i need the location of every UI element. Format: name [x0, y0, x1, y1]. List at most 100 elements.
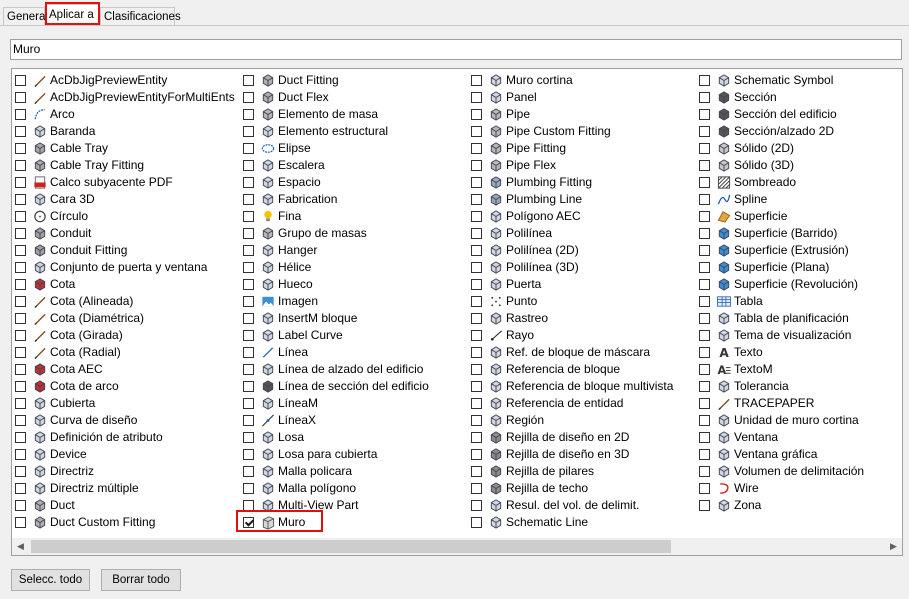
list-item[interactable]: Rejilla de diseño en 2D: [468, 429, 696, 446]
checkbox[interactable]: [471, 296, 482, 307]
list-item[interactable]: Polilínea (2D): [468, 242, 696, 259]
object-type-list[interactable]: AcDbJigPreviewEntity AcDbJigPreviewEntity…: [11, 68, 903, 556]
list-item[interactable]: Fabrication: [240, 191, 468, 208]
list-item[interactable]: Definición de atributo: [12, 429, 240, 446]
checkbox[interactable]: [699, 143, 710, 154]
checkbox[interactable]: [471, 517, 482, 528]
list-item[interactable]: Cable Tray: [12, 140, 240, 157]
list-item[interactable]: Tabla: [696, 293, 902, 310]
list-item[interactable]: Tabla de planificación: [696, 310, 902, 327]
scroll-right-icon[interactable]: ▶: [885, 538, 902, 555]
checkbox[interactable]: [15, 347, 26, 358]
list-item[interactable]: Rejilla de pilares: [468, 463, 696, 480]
checkbox[interactable]: [15, 517, 26, 528]
list-item[interactable]: Muro: [240, 514, 468, 531]
checkbox[interactable]: [243, 109, 254, 120]
list-item[interactable]: Directriz: [12, 463, 240, 480]
horizontal-scrollbar[interactable]: ◀ ▶: [12, 538, 902, 555]
list-item[interactable]: Baranda: [12, 123, 240, 140]
checkbox[interactable]: [243, 415, 254, 426]
checkbox[interactable]: [699, 228, 710, 239]
tab-aplicar-a[interactable]: Aplicar a: [45, 4, 100, 25]
checkbox[interactable]: [471, 92, 482, 103]
list-item[interactable]: Losa: [240, 429, 468, 446]
checkbox[interactable]: [15, 143, 26, 154]
list-item[interactable]: Rastreo: [468, 310, 696, 327]
list-item[interactable]: A TextoM: [696, 361, 902, 378]
list-item[interactable]: AcDbJigPreviewEntityForMultiEnts: [12, 89, 240, 106]
list-item[interactable]: Conduit Fitting: [12, 242, 240, 259]
checkbox[interactable]: [471, 500, 482, 511]
list-item[interactable]: Conjunto de puerta y ventana: [12, 259, 240, 276]
list-item[interactable]: Cubierta: [12, 395, 240, 412]
list-item[interactable]: Cota (Alineada): [12, 293, 240, 310]
list-item[interactable]: Wire: [696, 480, 902, 497]
list-item[interactable]: Plumbing Line: [468, 191, 696, 208]
checkbox[interactable]: [471, 245, 482, 256]
checkbox[interactable]: [243, 194, 254, 205]
checkbox[interactable]: [471, 228, 482, 239]
checkbox[interactable]: [471, 143, 482, 154]
list-item[interactable]: Pipe Fitting: [468, 140, 696, 157]
list-item[interactable]: Duct: [12, 497, 240, 514]
list-item[interactable]: Referencia de bloque: [468, 361, 696, 378]
list-item[interactable]: Device: [12, 446, 240, 463]
checkbox[interactable]: [243, 381, 254, 392]
list-item[interactable]: Cara 3D: [12, 191, 240, 208]
checkbox[interactable]: [243, 279, 254, 290]
checkbox[interactable]: [699, 364, 710, 375]
checkbox[interactable]: [699, 75, 710, 86]
list-item[interactable]: Cota: [12, 276, 240, 293]
checkbox[interactable]: [699, 347, 710, 358]
list-item[interactable]: Elipse: [240, 140, 468, 157]
checkbox[interactable]: [15, 262, 26, 273]
checkbox[interactable]: [243, 75, 254, 86]
list-item[interactable]: Sólido (3D): [696, 157, 902, 174]
checkbox[interactable]: [699, 177, 710, 188]
list-item[interactable]: Polígono AEC: [468, 208, 696, 225]
list-item[interactable]: TRACEPAPER: [696, 395, 902, 412]
checkbox[interactable]: [15, 330, 26, 341]
list-item[interactable]: Plumbing Fitting: [468, 174, 696, 191]
checkbox[interactable]: [15, 194, 26, 205]
list-item[interactable]: LíneaM: [240, 395, 468, 412]
checkbox[interactable]: [471, 279, 482, 290]
checkbox[interactable]: [471, 330, 482, 341]
checkbox[interactable]: [243, 92, 254, 103]
checkbox[interactable]: [699, 398, 710, 409]
checkbox[interactable]: [243, 126, 254, 137]
list-item[interactable]: Hélice: [240, 259, 468, 276]
list-item[interactable]: Duct Custom Fitting: [12, 514, 240, 531]
checkbox[interactable]: [15, 381, 26, 392]
checkbox[interactable]: [471, 466, 482, 477]
tab-general[interactable]: General: [3, 7, 48, 25]
list-item[interactable]: Tolerancia: [696, 378, 902, 395]
checkbox[interactable]: [15, 126, 26, 137]
checkbox[interactable]: [699, 262, 710, 273]
checkbox[interactable]: [243, 245, 254, 256]
list-item[interactable]: Cota de arco: [12, 378, 240, 395]
checkbox[interactable]: [15, 432, 26, 443]
checkbox[interactable]: [471, 194, 482, 205]
list-item[interactable]: Sombreado: [696, 174, 902, 191]
checkbox[interactable]: [15, 415, 26, 426]
checkbox[interactable]: [15, 245, 26, 256]
checkbox[interactable]: [243, 262, 254, 273]
checkbox[interactable]: [471, 449, 482, 460]
list-item[interactable]: Arco: [12, 106, 240, 123]
list-item[interactable]: Sección: [696, 89, 902, 106]
list-item[interactable]: Muro cortina: [468, 72, 696, 89]
checkbox[interactable]: [243, 364, 254, 375]
list-item[interactable]: Losa para cubierta: [240, 446, 468, 463]
list-item[interactable]: Calco subyacente PDF: [12, 174, 240, 191]
list-item[interactable]: Línea: [240, 344, 468, 361]
list-item[interactable]: Label Curve: [240, 327, 468, 344]
checkbox[interactable]: [15, 279, 26, 290]
list-item[interactable]: Polilínea (3D): [468, 259, 696, 276]
list-item[interactable]: Superficie (Revolución): [696, 276, 902, 293]
checkbox[interactable]: [471, 177, 482, 188]
checkbox[interactable]: [243, 330, 254, 341]
checkbox[interactable]: [471, 364, 482, 375]
checkbox[interactable]: [471, 160, 482, 171]
list-item[interactable]: Superficie (Barrido): [696, 225, 902, 242]
